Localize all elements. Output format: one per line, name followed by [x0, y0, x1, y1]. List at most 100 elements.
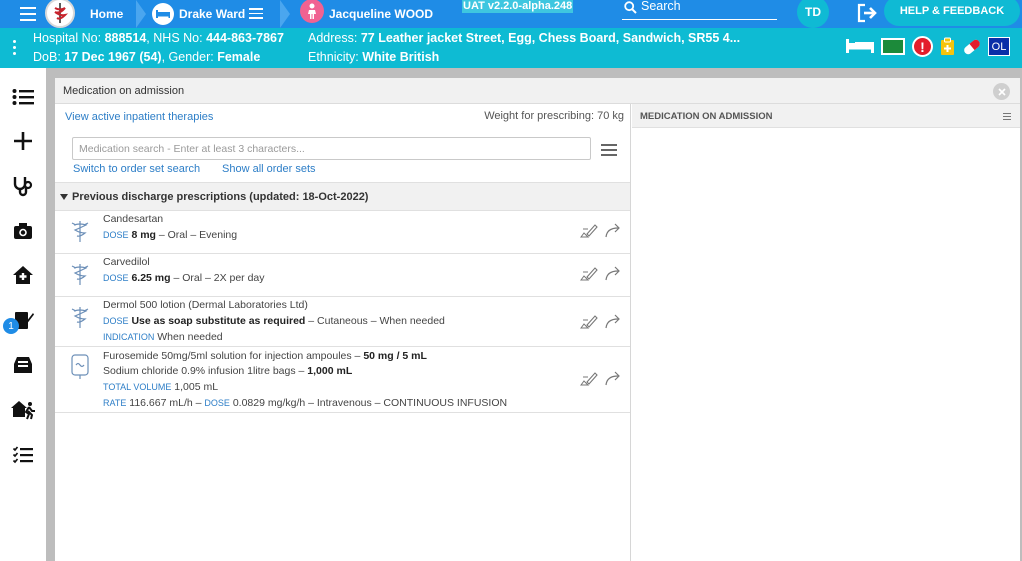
sidebar-list-icon[interactable]: [0, 75, 46, 119]
total-volume-label: TOTAL VOLUME: [103, 382, 172, 392]
sidebar-stethoscope-icon[interactable]: [0, 164, 46, 208]
ol-badge-label: OL: [991, 40, 1007, 53]
medication-search-placeholder: Medication search - Enter at least 3 cha…: [79, 143, 305, 155]
ethnicity-label: Ethnicity:: [308, 50, 359, 64]
route-frequency: – Oral – 2X per day: [173, 272, 265, 284]
caduceus-icon: [71, 221, 89, 242]
collapse-caret-icon: [60, 194, 68, 200]
medication-dose-line: DOSE Use as soap substitute as required …: [103, 315, 445, 327]
search-input[interactable]: Search: [641, 0, 681, 13]
medication-search-pane: View active inpatient therapies Weight f…: [55, 104, 631, 561]
logout-icon[interactable]: [856, 3, 878, 25]
show-all-order-sets-link[interactable]: Show all order sets: [222, 163, 316, 175]
dose-label: DOSE: [204, 398, 230, 408]
indication-value: When needed: [157, 331, 223, 343]
inpatient-bed-icon[interactable]: [846, 38, 874, 56]
search-box[interactable]: Search: [622, 0, 777, 20]
view-active-inpatient-therapies-link[interactable]: View active inpatient therapies: [65, 111, 213, 123]
alert-icon[interactable]: !: [912, 36, 933, 57]
clipboard-icon[interactable]: [940, 37, 955, 56]
infusion-drug-2: Sodium chloride 0.9% infusion 1litre bag…: [103, 365, 305, 377]
previous-discharge-section-header[interactable]: Previous discharge prescriptions (update…: [55, 182, 630, 211]
infusion-drug-2-amount: 1,000 mL: [307, 365, 353, 377]
breadcrumb-ward[interactable]: Drake Ward: [179, 0, 245, 28]
sidebar-camera-icon[interactable]: [0, 209, 46, 253]
close-icon[interactable]: [993, 83, 1010, 100]
hamburger-menu-icon[interactable]: [20, 7, 36, 21]
indication-label: INDICATION: [103, 332, 155, 342]
top-navigation-bar: Home Drake Ward Jacqueline WOOD UAT v2.2…: [0, 0, 1022, 28]
user-initials: TD: [805, 5, 821, 19]
rate-label: RATE: [103, 398, 127, 408]
infusion-total-volume-line: TOTAL VOLUME 1,005 mL: [103, 381, 218, 393]
medication-on-admission-dialog: Medication on admission View active inpa…: [55, 78, 1020, 561]
right-pane-menu-icon[interactable]: [1003, 113, 1011, 121]
version-label: UAT v2.2.0-alpha.248: [462, 0, 574, 13]
infusion-rate-line: RATE 116.667 mL/h – DOSE 0.0829 mg/kg/h …: [103, 397, 507, 409]
medication-row-dermol[interactable]: Dermol 500 lotion (Dermal Laboratories L…: [55, 297, 630, 347]
dose-label: DOSE: [103, 230, 129, 240]
medication-name: Carvedilol: [103, 256, 150, 268]
sidebar-checklist-icon[interactable]: [0, 433, 46, 477]
prescribe-edit-icon[interactable]: [580, 371, 598, 387]
dose-label: DOSE: [103, 316, 129, 326]
route-frequency: – Cutaneous – When needed: [308, 315, 445, 327]
medication-row-carvedilol[interactable]: Carvedilol DOSE 6.25 mg – Oral – 2X per …: [55, 254, 630, 297]
infusion-drug-1: Furosemide 50mg/5ml solution for injecti…: [103, 350, 361, 362]
help-feedback-button[interactable]: HELP & FEEDBACK: [884, 0, 1020, 26]
search-options-menu-icon[interactable]: [601, 144, 617, 156]
medication-row-candesartan[interactable]: Candesartan DOSE 8 mg – Oral – Evening: [55, 211, 630, 254]
nhs-no-value: 444-863-7867: [206, 31, 284, 45]
dialog-title: Medication on admission: [63, 85, 185, 97]
hospital-no-value: 888514: [104, 31, 147, 45]
prescribe-edit-icon[interactable]: [580, 223, 598, 239]
continue-arrow-icon[interactable]: [604, 371, 622, 387]
total-volume-value: 1,005 mL: [174, 381, 219, 393]
dose-label: DOSE: [103, 273, 129, 283]
infusion-drug-1-amount: 50 mg / 5 mL: [363, 350, 427, 362]
sidebar-add-icon[interactable]: [0, 119, 46, 163]
infusion-line-2: Sodium chloride 0.9% infusion 1litre bag…: [103, 365, 352, 377]
ol-badge-icon[interactable]: OL: [988, 37, 1010, 56]
green-status-icon[interactable]: [881, 38, 905, 55]
user-avatar[interactable]: TD: [797, 0, 829, 28]
dob-value: 17 Dec 1967 (54): [64, 50, 162, 64]
medication-on-admission-pane: MEDICATION ON ADMISSION: [632, 104, 1020, 561]
patient-ethnicity: Ethnicity: White British: [308, 50, 439, 64]
medication-row-furosemide-infusion[interactable]: Furosemide 50mg/5ml solution for injecti…: [55, 347, 630, 413]
breadcrumb-patient-label: Jacqueline WOOD: [329, 7, 434, 21]
caduceus-icon: [71, 264, 89, 285]
continue-arrow-icon[interactable]: [604, 223, 622, 239]
hospital-no-label: Hospital No:: [33, 31, 102, 45]
sidebar-notes-badge: 1: [3, 318, 19, 334]
sidebar-home-care-icon[interactable]: [0, 253, 46, 297]
prescribe-edit-icon[interactable]: [580, 266, 598, 282]
caduceus-icon: [71, 307, 89, 328]
dose-value: 6.25 mg: [131, 272, 171, 284]
weight-for-prescribing: Weight for prescribing: 70 kg: [484, 110, 624, 122]
breadcrumb-home[interactable]: Home: [90, 0, 123, 28]
dob-label: DoB:: [33, 50, 61, 64]
patient-address: Address: 77 Leather jacket Street, Egg, …: [308, 31, 740, 45]
ethnicity-value: White British: [362, 50, 440, 64]
breadcrumb-home-label: Home: [90, 7, 124, 21]
switch-to-order-set-search-link[interactable]: Switch to order set search: [73, 163, 200, 175]
infusion-line-1: Furosemide 50mg/5ml solution for injecti…: [103, 350, 427, 362]
sidebar-notes-icon[interactable]: 1: [0, 298, 46, 342]
help-feedback-label: HELP & FEEDBACK: [899, 5, 1005, 17]
medication-indication-line: INDICATION When needed: [103, 331, 223, 343]
sidebar-inbox-icon[interactable]: [0, 343, 46, 387]
gender-value: Female: [217, 50, 261, 64]
continue-arrow-icon[interactable]: [604, 266, 622, 282]
medication-dose-line: DOSE 6.25 mg – Oral – 2X per day: [103, 272, 265, 284]
continue-arrow-icon[interactable]: [604, 314, 622, 330]
prescribe-edit-icon[interactable]: [580, 314, 598, 330]
breadcrumb-patient[interactable]: Jacqueline WOOD: [329, 0, 433, 28]
nhs-no-label: NHS No:: [153, 31, 203, 45]
ward-menu-icon[interactable]: [249, 8, 263, 19]
pill-icon[interactable]: [961, 38, 983, 56]
sidebar-discharge-icon[interactable]: [0, 388, 46, 432]
patient-banner-menu-icon[interactable]: [13, 40, 17, 56]
rate-value: 116.667 mL/h –: [129, 397, 202, 409]
medication-search-input[interactable]: Medication search - Enter at least 3 cha…: [72, 137, 591, 160]
